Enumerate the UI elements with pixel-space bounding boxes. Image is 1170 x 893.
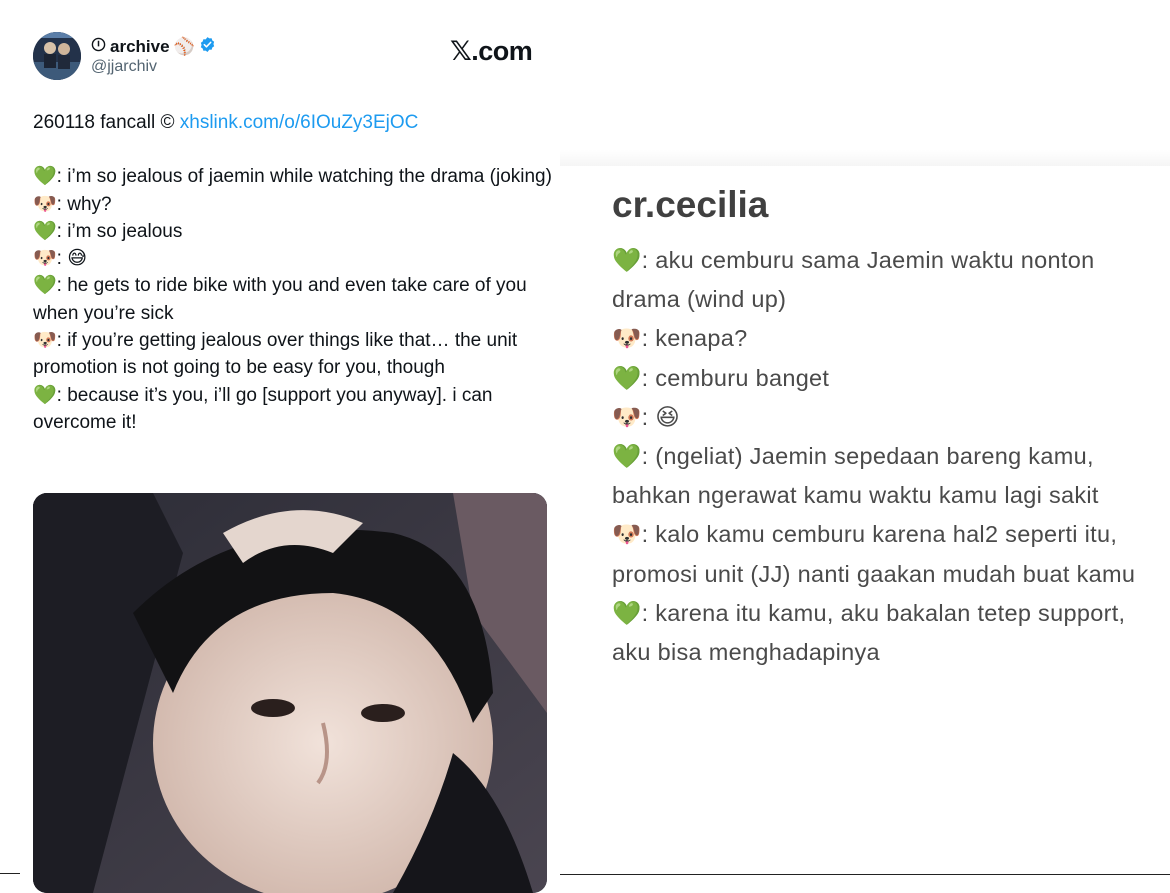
line-text: : because it’s you, i’ll go [support you… [33,384,493,433]
tweet-line: 🐶: why? [33,191,553,218]
card-line: 🐶: kalo kamu cemburu karena hal2 seperti… [612,515,1168,593]
line-text: : cemburu banget [641,364,830,391]
info-circle-icon [91,37,106,57]
line-text: : i’m so jealous [56,220,183,242]
card-line: 🐶: 😆 [612,398,1168,437]
translation-card: cr.cecilia 💚: aku cemburu sama Jaemin wa… [560,166,1170,875]
line-text: : 😆 [641,403,681,430]
line-text: : kalo kamu cemburu karena hal2 seperti … [612,521,1136,587]
green-heart-icon: 💚 [612,246,642,274]
green-heart-icon: 💚 [612,442,642,471]
tweet-line: 💚: i’m so jealous of jaemin while watchi… [33,163,553,190]
card-line: 💚: karena itu kamu, aku bakalan tetep su… [612,594,1168,672]
tweet-first-line: 260118 fancall © xhslink.com/o/6IOuZy3Ej… [33,109,553,136]
green-heart-icon: 💚 [33,219,57,242]
fancall-label: 260118 fancall © [33,112,180,133]
tweet-line: 💚: i’m so jealous [33,218,553,245]
dog-face-icon: 🐶 [612,324,642,353]
line-text: : aku cemburu sama Jaemin waktu nonton d… [612,247,1095,313]
dog-face-icon: 🐶 [612,402,642,431]
line-text: : (ngeliat) Jaemin sepedaan bareng kamu,… [612,443,1099,509]
tweet-photo[interactable] [33,493,547,893]
tweet-line: 💚: he gets to ride bike with you and eve… [33,272,553,327]
credit-heading: cr.cecilia [612,184,769,225]
tweet: archive ⚾ @jjarchiv 𝕏.com 260118 fancall… [0,0,560,893]
tweet-text: 260118 fancall © xhslink.com/o/6IOuZy3Ej… [33,109,553,436]
green-heart-icon: 💚 [612,363,642,392]
dog-face-icon: 🐶 [33,192,57,215]
source-link[interactable]: xhslink.com/o/6IOuZy3EjOC [180,112,419,133]
display-name: archive [110,37,170,56]
card-line: 💚: (ngeliat) Jaemin sepedaan bareng kamu… [612,437,1168,515]
tweet-line: 🐶: if you’re getting jealous over things… [33,327,553,382]
display-name-row[interactable]: archive ⚾ [91,36,216,58]
selfie-photo [33,493,547,893]
dog-face-icon: 🐶 [612,520,642,549]
baseball-icon: ⚾ [173,37,195,57]
green-heart-icon: 💚 [612,598,642,627]
verified-badge-icon [199,36,216,58]
line-text: : i’m so jealous of jaemin while watchin… [56,166,552,188]
card-line: 💚: cemburu banget [612,359,1168,398]
line-text: : karena itu kamu, aku bakalan tetep sup… [612,599,1126,666]
dog-face-icon: 🐶 [33,247,57,270]
tweet-line: 💚: because it’s you, i’ll go [support yo… [33,382,553,437]
line-text: : why? [56,193,112,215]
card-line: 🐶: kenapa? [612,319,1168,358]
translation-text: 💚: aku cemburu sama Jaemin waktu nonton … [612,241,1168,672]
line-text: : he gets to ride bike with you and even… [33,275,527,324]
site-label: 𝕏.com [450,36,533,66]
line-text: : kenapa? [641,325,748,352]
avatar[interactable] [33,32,81,80]
line-text: : if you’re getting jealous over things … [33,330,518,379]
avatar-image [33,32,81,80]
tweet-line: 🐶: 😅 [33,245,553,272]
green-heart-icon: 💚 [33,165,57,188]
line-text: : 😅 [56,248,88,270]
green-heart-icon: 💚 [33,274,57,297]
card-line: 💚: aku cemburu sama Jaemin waktu nonton … [612,241,1168,319]
dog-face-icon: 🐶 [33,329,57,352]
green-heart-icon: 💚 [33,383,57,406]
user-handle[interactable]: @jjarchiv [91,58,157,76]
